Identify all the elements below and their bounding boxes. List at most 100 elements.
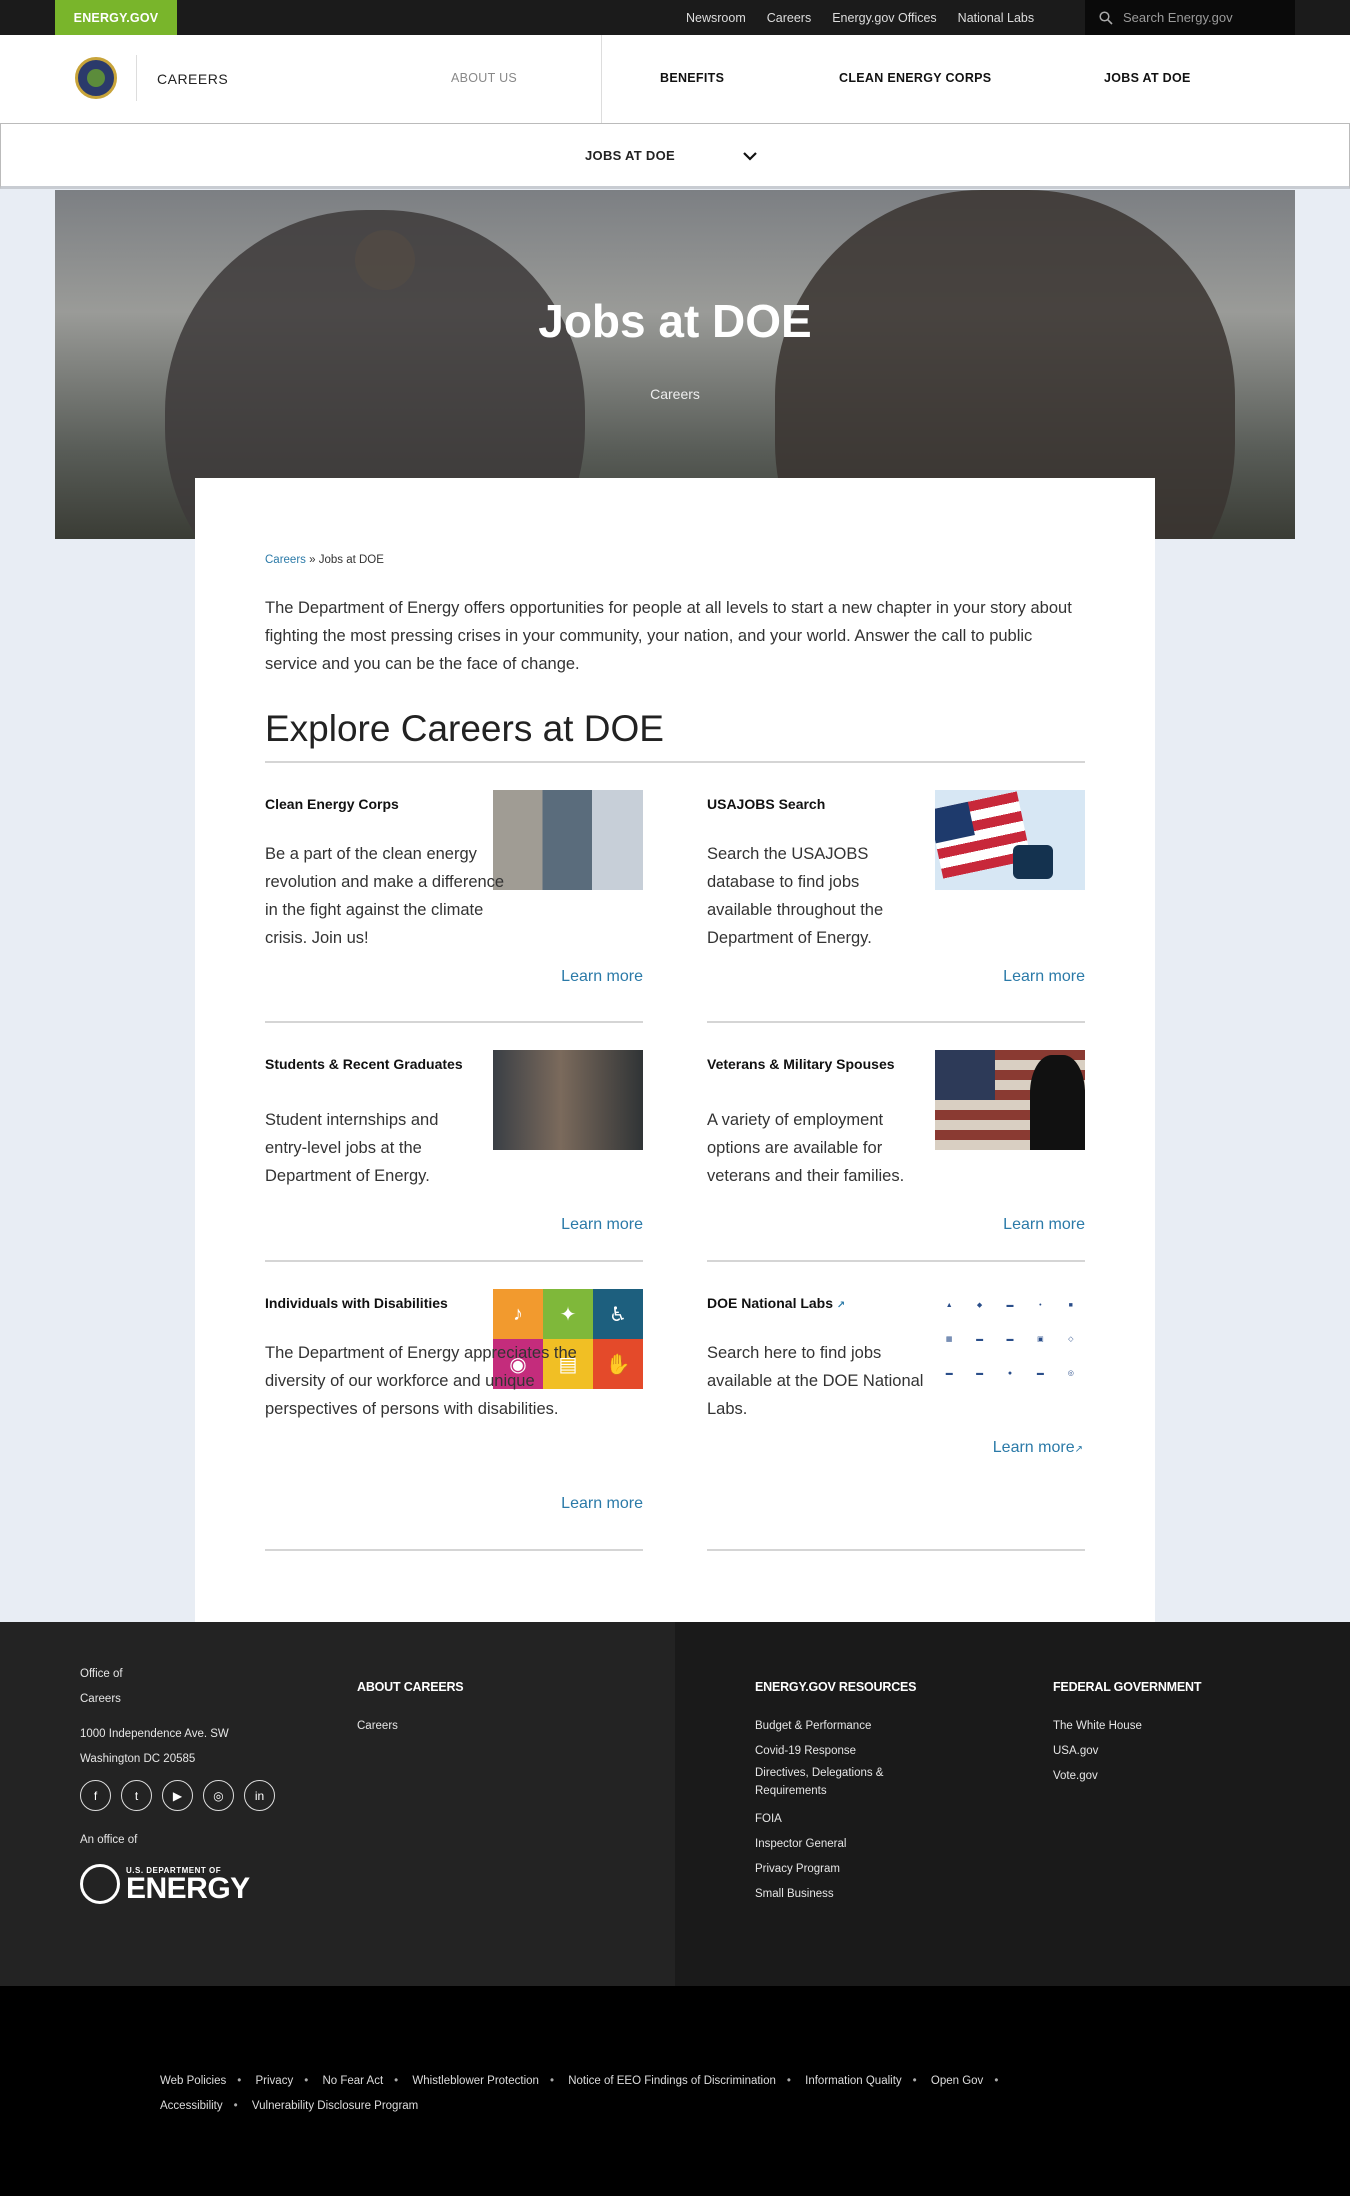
footer-link-budget[interactable]: Budget & Performance [755,1714,871,1739]
search-icon [1099,10,1113,25]
footer-an-office-of: An office of [80,1834,138,1846]
service-dog-icon: ✦ [543,1289,593,1339]
footer-link-white-house[interactable]: The White House [1053,1714,1142,1739]
card-individuals-disabilities: Individuals with Disabilities ♪ ✦ ♿ ◉ ▤ … [265,1289,643,1539]
footer-heading-energy-resources: ENERGY.GOV RESOURCES [755,1680,917,1694]
nav-divider [136,55,137,101]
social-links: f t ▶ ◎ in [80,1780,275,1811]
footer-link-inspector-general[interactable]: Inspector General [755,1832,846,1857]
section-subnav-dropdown[interactable]: JOBS AT DOE [0,123,1350,189]
legal-link-information-quality[interactable]: Information Quality [805,2075,902,2087]
page-title: Jobs at DOE [538,295,812,347]
legal-link-accessibility[interactable]: Accessibility [160,2100,223,2112]
twitter-icon[interactable]: t [121,1780,152,1811]
footer-link-vote-gov[interactable]: Vote.gov [1053,1764,1098,1789]
search-input[interactable]: Search Energy.gov [1085,0,1295,35]
card-clean-energy-corps: Clean Energy Corps Be a part of the clea… [265,790,643,1090]
nav-item-about-us[interactable]: ABOUT US [451,71,517,85]
card-usajobs-search: USAJOBS Search Search the USAJOBS databa… [707,790,1085,1090]
nav-item-benefits[interactable]: BENEFITS [660,71,724,85]
external-link-icon: ↗ [836,1300,846,1311]
breadcrumb-current: Jobs at DOE [318,554,384,566]
instagram-icon[interactable]: ◎ [203,1780,234,1811]
legal-link-privacy[interactable]: Privacy [256,2075,294,2087]
site-name[interactable]: CAREERS [157,71,228,87]
learn-more-link[interactable]: Learn more [1003,1216,1085,1234]
utility-link-newsroom[interactable]: Newsroom [686,11,746,25]
breadcrumb-separator: » [309,554,316,566]
card-title[interactable]: USAJOBS Search [707,790,825,818]
utility-bar: ENERGY.GOV Newsroom Careers Energy.gov O… [0,0,1350,35]
footer-link-foia[interactable]: FOIA [755,1807,782,1832]
card-description: The Department of Energy appreciates the… [265,1344,577,1418]
doe-logo[interactable]: U.S. DEPARTMENT OF ENERGY [80,1864,250,1904]
utility-link-careers[interactable]: Careers [767,11,811,25]
card-image-students [493,1050,643,1150]
footer-link-usa-gov[interactable]: USA.gov [1053,1739,1098,1764]
doe-seal-icon [80,1864,120,1904]
card-national-labs: DOE National Labs ↗ ▲ ◆ ▬ • ■ ▦ ▬ ▬ ▣ ◇ ▬ ▬ ● ▬ ◎ Se… [707,1289,1085,1489]
doe-seal-logo[interactable] [75,57,117,99]
card-description: Student internships and entry-level jobs… [265,1111,439,1185]
footer-office-name: Office of Careers [80,1668,123,1705]
legal-link-no-fear-act[interactable]: No Fear Act [322,2075,383,2087]
card-divider [265,1260,643,1262]
card-veterans-spouses: Veterans & Military Spouses A variety of… [707,1050,1085,1250]
learn-more-link[interactable]: Learn more↗ [993,1439,1083,1457]
learn-more-link[interactable]: Learn more [1003,968,1085,986]
utility-link-offices[interactable]: Energy.gov Offices [832,11,936,25]
footer-link-directives[interactable]: Directives, Delegations & Requirements [755,1764,925,1800]
card-students-graduates: Students & Recent Graduates Student inte… [265,1050,643,1250]
legal-link-open-gov[interactable]: Open Gov [931,2075,983,2087]
main-content: Careers » Jobs at DOE The Department of … [195,478,1155,1622]
footer-link-covid[interactable]: Covid-19 Response [755,1739,856,1764]
learn-more-link[interactable]: Learn more [561,1495,643,1513]
card-divider [707,1021,1085,1023]
card-title[interactable]: Students & Recent Graduates [265,1050,465,1078]
card-image-usajobs [935,790,1085,890]
site-footer: Office of Careers 1000 Independence Ave. … [0,1622,1350,1986]
nav-item-jobs-at-doe[interactable]: JOBS AT DOE [1104,71,1191,85]
legal-footer: Web Policies • Privacy • No Fear Act • Whis… [0,1986,1350,2196]
card-divider [707,1549,1085,1551]
footer-address: 1000 Independence Ave. SW Washington DC 2… [80,1728,229,1765]
footer-right-panel [675,1622,1350,1986]
footer-link-privacy-program[interactable]: Privacy Program [755,1857,840,1882]
chevron-down-icon [743,152,757,161]
legal-link-web-policies[interactable]: Web Policies [160,2075,226,2087]
card-image-national-labs-logos: ▲ ◆ ▬ • ■ ▦ ▬ ▬ ▣ ◇ ▬ ▬ ● ▬ ◎ [935,1289,1085,1389]
card-title[interactable]: Individuals with Disabilities [265,1289,448,1317]
section-divider [265,761,1085,763]
card-divider [265,1549,643,1551]
footer-heading-federal-government: FEDERAL GOVERNMENT [1053,1680,1202,1694]
card-description: Be a part of the clean energy revolution… [265,845,505,947]
breadcrumb: Careers » Jobs at DOE [265,554,384,566]
legal-link-eeo-findings[interactable]: Notice of EEO Findings of Discrimination [568,2075,776,2087]
intro-paragraph: The Department of Energy offers opportun… [265,599,1072,673]
learn-more-link[interactable]: Learn more [561,968,643,986]
nav-divider [601,35,602,123]
youtube-icon[interactable]: ▶ [162,1780,193,1811]
breadcrumb-link-careers[interactable]: Careers [265,554,306,566]
legal-link-vulnerability-disclosure[interactable]: Vulnerability Disclosure Program [252,2100,418,2112]
card-description: Search here to find jobs available at th… [707,1344,924,1418]
card-title[interactable]: Clean Energy Corps [265,790,399,818]
footer-link-small-business[interactable]: Small Business [755,1882,834,1907]
footer-heading-about-careers: ABOUT CAREERS [357,1680,464,1694]
section-title: Explore Careers at DOE [265,708,664,749]
card-description: A variety of employment options are avai… [707,1111,905,1185]
card-divider [707,1260,1085,1262]
utility-links: Newsroom Careers Energy.gov Offices Nati… [686,0,1034,35]
energy-gov-home-link[interactable]: ENERGY.GOV [55,0,177,35]
learn-more-link[interactable]: Learn more [561,1216,643,1234]
card-title[interactable]: Veterans & Military Spouses [707,1050,907,1078]
legal-link-whistleblower[interactable]: Whistleblower Protection [412,2075,539,2087]
hearing-icon: ♪ [493,1289,543,1339]
linkedin-icon[interactable]: in [244,1780,275,1811]
nav-item-clean-energy-corps[interactable]: CLEAN ENERGY CORPS [839,71,991,85]
legal-links: Web Policies • Privacy • No Fear Act • Whis… [160,2075,999,2112]
footer-link-careers[interactable]: Careers [357,1714,398,1739]
utility-link-national-labs[interactable]: National Labs [958,11,1034,25]
card-title[interactable]: DOE National Labs ↗ [707,1289,845,1320]
facebook-icon[interactable]: f [80,1780,111,1811]
